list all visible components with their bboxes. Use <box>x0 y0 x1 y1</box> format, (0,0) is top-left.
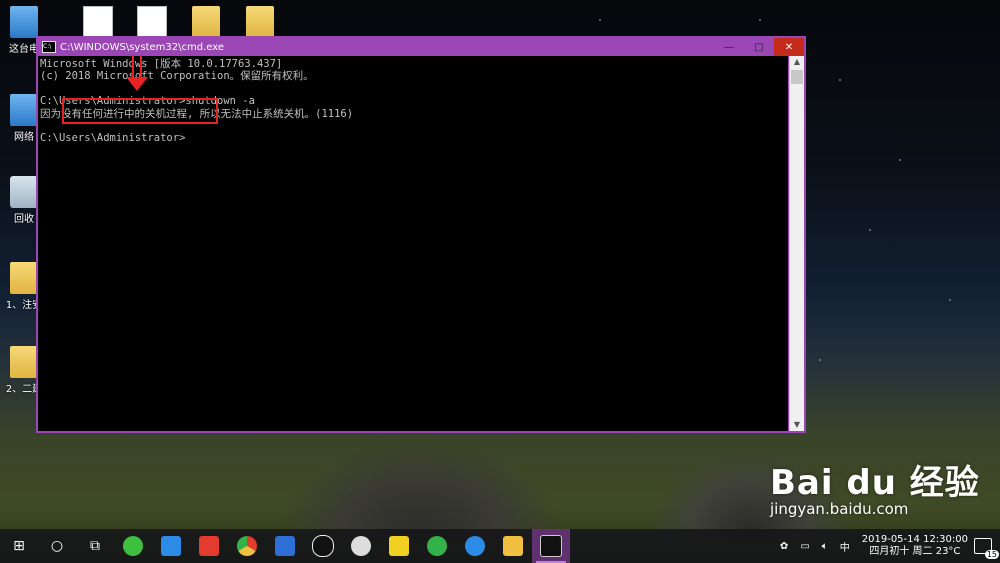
desktop-folder-icon[interactable] <box>240 6 280 40</box>
taskbar-app-red[interactable] <box>190 529 228 563</box>
watermark-brand: Bai du 经验 <box>770 463 980 503</box>
network-icon <box>10 94 38 126</box>
cortana-icon: ○ <box>50 538 64 554</box>
start-icon: ⊞ <box>13 538 25 554</box>
maximize-button[interactable]: □ <box>744 38 774 56</box>
clock-date: 2019-05-14 <box>861 534 920 545</box>
taskbar-app-ie[interactable] <box>456 529 494 563</box>
scroll-up-arrow-icon[interactable]: ▲ <box>790 56 804 68</box>
volume-icon[interactable]: 🔈︎ <box>822 541 828 552</box>
app-cloud-icon <box>275 536 295 556</box>
console-prompt: C:\Users\Administrator> <box>40 132 186 145</box>
desktop-folder-icon[interactable] <box>186 6 226 40</box>
ie-icon <box>465 536 485 556</box>
tray-app-icon[interactable]: ✿ <box>780 541 788 552</box>
highlight-box <box>62 98 218 124</box>
cat-icon <box>351 536 371 556</box>
clock[interactable]: 2019-05-14 12:30:00 四月初十 周二 23°C <box>862 534 968 558</box>
task-view-button[interactable]: ⧉ <box>76 529 114 563</box>
cmd-window[interactable]: C:\ C:\WINDOWS\system32\cmd.exe — □ ✕ Mi… <box>36 36 806 433</box>
window-titlebar[interactable]: C:\ C:\WINDOWS\system32\cmd.exe — □ ✕ <box>38 38 804 56</box>
computer-icon <box>10 6 38 38</box>
taskbar-app-blue[interactable] <box>152 529 190 563</box>
baidu-watermark: Bai du 经验 jingyan.baidu.com <box>770 455 980 518</box>
close-button[interactable]: ✕ <box>774 38 804 56</box>
explorer-icon <box>503 536 523 556</box>
cmd-app-icon: C:\ <box>42 41 56 53</box>
taskbar-app-yellow[interactable] <box>380 529 418 563</box>
network-tray-icon[interactable]: ▭ <box>800 541 809 552</box>
taskbar-app-qq[interactable] <box>304 529 342 563</box>
clock-time: 12:30:00 <box>923 534 968 545</box>
taskbar-app-wechat[interactable] <box>114 529 152 563</box>
wallpaper-rocks <box>280 440 560 540</box>
taskbar-app-cat[interactable] <box>342 529 380 563</box>
taskbar-app-cmd[interactable] <box>532 529 570 563</box>
recycle-bin-icon <box>10 176 38 208</box>
chrome-icon <box>237 536 257 556</box>
start-button[interactable]: ⊞ <box>0 529 38 563</box>
wechat-icon <box>123 536 143 556</box>
clock-lunar: 四月初十 周二 23°C <box>869 546 961 557</box>
app-yellow-icon <box>389 536 409 556</box>
cmd-icon <box>540 535 562 557</box>
taskbar-app-chrome[interactable] <box>228 529 266 563</box>
ime-indicator[interactable]: 中 <box>840 539 850 554</box>
scroll-down-arrow-icon[interactable]: ▼ <box>790 419 804 431</box>
notification-count: 15 <box>984 550 999 559</box>
qq-icon <box>312 535 334 557</box>
scroll-thumb[interactable] <box>791 70 803 84</box>
minimize-button[interactable]: — <box>714 38 744 56</box>
taskbar: ⊞ ○ ⧉ ✿ ▭ 🔈︎ 中 2019-05-14 12:30:00 四月初十 … <box>0 529 1000 563</box>
window-title: C:\WINDOWS\system32\cmd.exe <box>60 41 224 53</box>
console-line: (c) 2018 Microsoft Corporation。保留所有权利。 <box>40 70 314 83</box>
taskbar-app-cloud[interactable] <box>266 529 304 563</box>
notification-center-icon[interactable]: 15 <box>974 538 999 559</box>
system-tray: ✿ ▭ 🔈︎ 中 2019-05-14 12:30:00 四月初十 周二 23°… <box>774 529 1000 563</box>
task-view-icon: ⧉ <box>90 538 100 554</box>
console-line: Microsoft Windows [版本 10.0.17763.437] <box>40 58 283 70</box>
folder-icon <box>10 262 38 294</box>
folder-icon <box>10 346 38 378</box>
taskbar-app-explorer[interactable] <box>494 529 532 563</box>
app-red-icon <box>199 536 219 556</box>
taskbar-app-green[interactable] <box>418 529 456 563</box>
app-green-icon <box>427 536 447 556</box>
app-blue-icon <box>161 536 181 556</box>
vertical-scrollbar[interactable]: ▲ ▼ <box>789 56 804 431</box>
cortana-button[interactable]: ○ <box>38 529 76 563</box>
